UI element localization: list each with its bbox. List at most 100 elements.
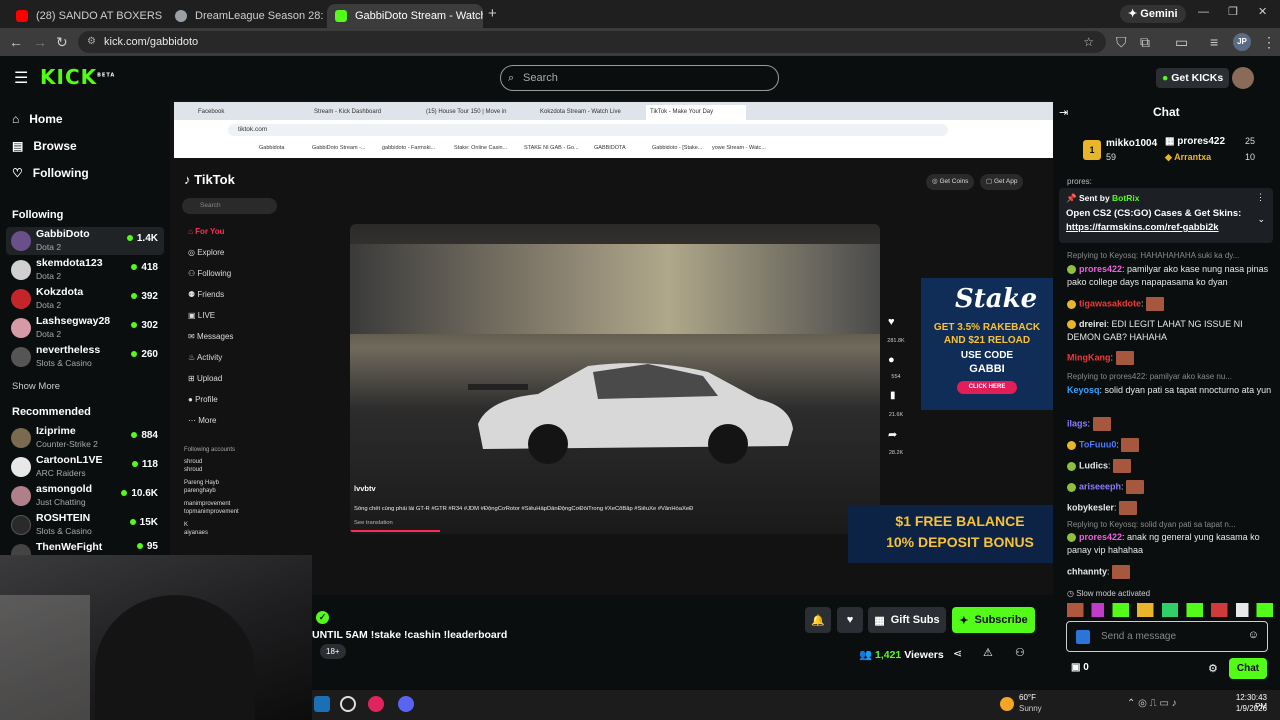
clock-date: 1/9/2026 (1235, 704, 1267, 713)
tiktok-search: Search (182, 198, 277, 214)
emote-quick-bar[interactable] (1067, 603, 1273, 617)
show-more-link[interactable]: Show More (12, 381, 60, 392)
tiktok-nav-item: ⋯ More (188, 416, 217, 425)
media-icon[interactable]: ≡ (1210, 34, 1218, 50)
user-avatar[interactable] (1232, 67, 1254, 89)
stake-ad-line1: GET 3.5% RAKEBACK (933, 322, 1041, 333)
avatar (11, 428, 31, 448)
steam-icon[interactable] (314, 696, 330, 712)
clock-icon: ◷ (1067, 589, 1074, 598)
menu-kebab-icon[interactable]: ⋮ (1256, 192, 1265, 203)
stream-bookmarks-bar: Gabbidota GabbiDoto Stream -... gabbidot… (174, 140, 1054, 158)
forward-icon[interactable]: → (33, 34, 47, 50)
emoji-icon[interactable]: ☺ (1248, 629, 1259, 641)
chat-title: Chat (1153, 105, 1180, 119)
extensions-icon[interactable]: ⧉ (1140, 34, 1150, 51)
emote-image (1112, 565, 1131, 579)
tiktok-nav-item: ✉ Messages (188, 332, 234, 341)
share-count: 28.2K (888, 450, 904, 456)
car-image (468, 363, 793, 464)
bookmark-star-icon[interactable]: ☆ (1083, 31, 1094, 53)
kick-favicon-icon (335, 10, 347, 22)
tray-icons[interactable]: ⌃ ◎ ⎍ ▭ ♪ (1127, 698, 1177, 709)
collapse-chat-icon[interactable]: ⇥ (1059, 106, 1068, 119)
browser-tab-dreamleague[interactable]: DreamLeague Season 28: South ✕ (167, 4, 325, 28)
app-icon[interactable] (340, 696, 356, 712)
menu-kebab-icon[interactable]: ⋮ (1262, 34, 1276, 51)
sidebar-item-following[interactable]: ♡ Following (12, 166, 89, 180)
viewer-count: 15K (130, 517, 158, 528)
kick-logo[interactable]: KICKBETA (40, 65, 115, 89)
discord-icon[interactable] (398, 696, 414, 712)
tiktok-caption: Sống chết cùng phái lái GT-R #GTR #R34 #… (354, 506, 694, 512)
gift-subs-button[interactable]: ▦ Gift Subs (868, 607, 946, 633)
channel-item-roshtein[interactable]: ROSHTEIN Slots & Casino 15K (6, 511, 164, 539)
sidebar-item-home[interactable]: ⌂ Home (12, 112, 63, 126)
pinned-link[interactable]: https://farmskins.com/ref-gabbi2k (1066, 222, 1219, 233)
viewer-count: 95 (137, 541, 158, 552)
report-icon[interactable]: ⚠ (983, 646, 993, 659)
follow-button[interactable]: ♥ (837, 607, 863, 633)
profile-avatar[interactable]: JP (1233, 33, 1251, 51)
chat-message: tigawasakdote: (1067, 297, 1273, 311)
channel-item-asmongold[interactable]: asmongold Just Chatting 10.6K (6, 482, 164, 510)
webcam-wall (0, 595, 90, 720)
chat-input[interactable]: Send a message ☺ (1066, 621, 1268, 652)
close-window-button[interactable]: ✕ (1258, 5, 1267, 18)
chat-settings-icon[interactable]: ⚙ (1208, 662, 1218, 675)
avatar (11, 544, 31, 555)
channel-item-skemdota123[interactable]: skemdota123 Dota 2 418 (6, 256, 164, 284)
browser-tab-youtube[interactable]: (28) SANDO AT BOXERS - YouTube ✕ (8, 4, 165, 28)
bookmark-icon: ▮ (890, 390, 896, 401)
back-icon[interactable]: ← (9, 34, 23, 50)
restore-button[interactable]: ❐ (1228, 5, 1238, 18)
bonus-ad[interactable]: $1 FREE BALANCE 10% DEPOSIT BONUS (848, 505, 1053, 563)
new-tab-button[interactable]: + (488, 5, 497, 22)
verified-icon: ✓ (316, 611, 329, 624)
channel-item-iziprime[interactable]: Iziprime Counter-Strike 2 884 (6, 424, 164, 452)
channel-item-thenwefight[interactable]: ThenWeFight 95 (6, 540, 164, 555)
viewer-count: 10.6K (121, 488, 158, 499)
gift-icon: ▦ (874, 614, 885, 627)
channel-item-nevertheless[interactable]: nevertheless Slots & Casino 260 (6, 343, 164, 371)
search-input[interactable]: ⌕ Search (500, 65, 779, 91)
user-settings-icon[interactable]: ⚇ (1015, 646, 1025, 659)
badge-icon (1067, 461, 1076, 471)
kicks-balance[interactable]: ▣ 0 (1071, 662, 1089, 673)
chat-truncated-message: prores: (1067, 177, 1092, 186)
gemini-button[interactable]: ✦ Gemini (1120, 5, 1186, 23)
pinned-message[interactable]: 📌 Sent by BotRix ⋮ Open CS2 (CS:GO) Case… (1059, 188, 1273, 243)
site-info-icon[interactable]: ⚙ (87, 31, 96, 53)
subscribe-button[interactable]: ✦ Subscribe (952, 607, 1035, 633)
channel-item-kokzdota[interactable]: Kokzdota Dota 2 392 (6, 285, 164, 313)
age-tag[interactable]: 18+ (320, 644, 346, 659)
cast-icon[interactable]: ▭ (1175, 34, 1188, 51)
notification-bell-button[interactable]: 🔔 (805, 607, 831, 633)
kick-badge-icon (1076, 630, 1090, 644)
blurred-train (350, 244, 880, 334)
chat-send-button[interactable]: Chat (1229, 658, 1267, 679)
wallet-icon: ▣ (1071, 662, 1081, 673)
reload-icon[interactable]: ↻ (56, 34, 68, 51)
url-field[interactable]: ⚙ kick.com/gabbidoto ☆ (78, 31, 1106, 53)
channel-game: Dota 2 (36, 300, 62, 310)
channel-item-gabbidoto[interactable]: GabbiDoto Dota 2 1.4K (6, 227, 164, 255)
get-kicks-button[interactable]: ● Get KICKs (1156, 68, 1230, 88)
sidebar-item-browse[interactable]: ▤ Browse (12, 139, 77, 153)
channel-name: Iziprime (36, 425, 76, 437)
channel-item-cartoonl1ve[interactable]: CartoonL1VE ARC Raiders 118 (6, 453, 164, 481)
emote-image (1113, 459, 1132, 473)
media-app-icon[interactable] (368, 696, 384, 712)
viewer-count: 418 (131, 262, 158, 273)
hamburger-menu-icon[interactable]: ☰ (14, 68, 28, 88)
tiktok-account: Pareng Hayb parenghayb (184, 480, 220, 494)
minimize-button[interactable]: — (1198, 6, 1209, 18)
share-icon[interactable]: ⋖ (953, 647, 962, 660)
shield-icon[interactable]: ⛉ (1116, 34, 1127, 51)
browser-tab-kick[interactable]: GabbiDoto Stream - Watch 🔊 ✕ (327, 4, 483, 28)
channel-item-lashsegway28[interactable]: Lashsegway28 Dota 2 302 (6, 314, 164, 342)
weather-temp: 60°F (1019, 693, 1036, 702)
chevron-down-icon[interactable]: ⌄ (1257, 214, 1265, 225)
stake-ad[interactable]: Stake GET 3.5% RAKEBACK AND $21 RELOAD U… (921, 278, 1053, 410)
beta-tag: BETA (97, 72, 116, 79)
